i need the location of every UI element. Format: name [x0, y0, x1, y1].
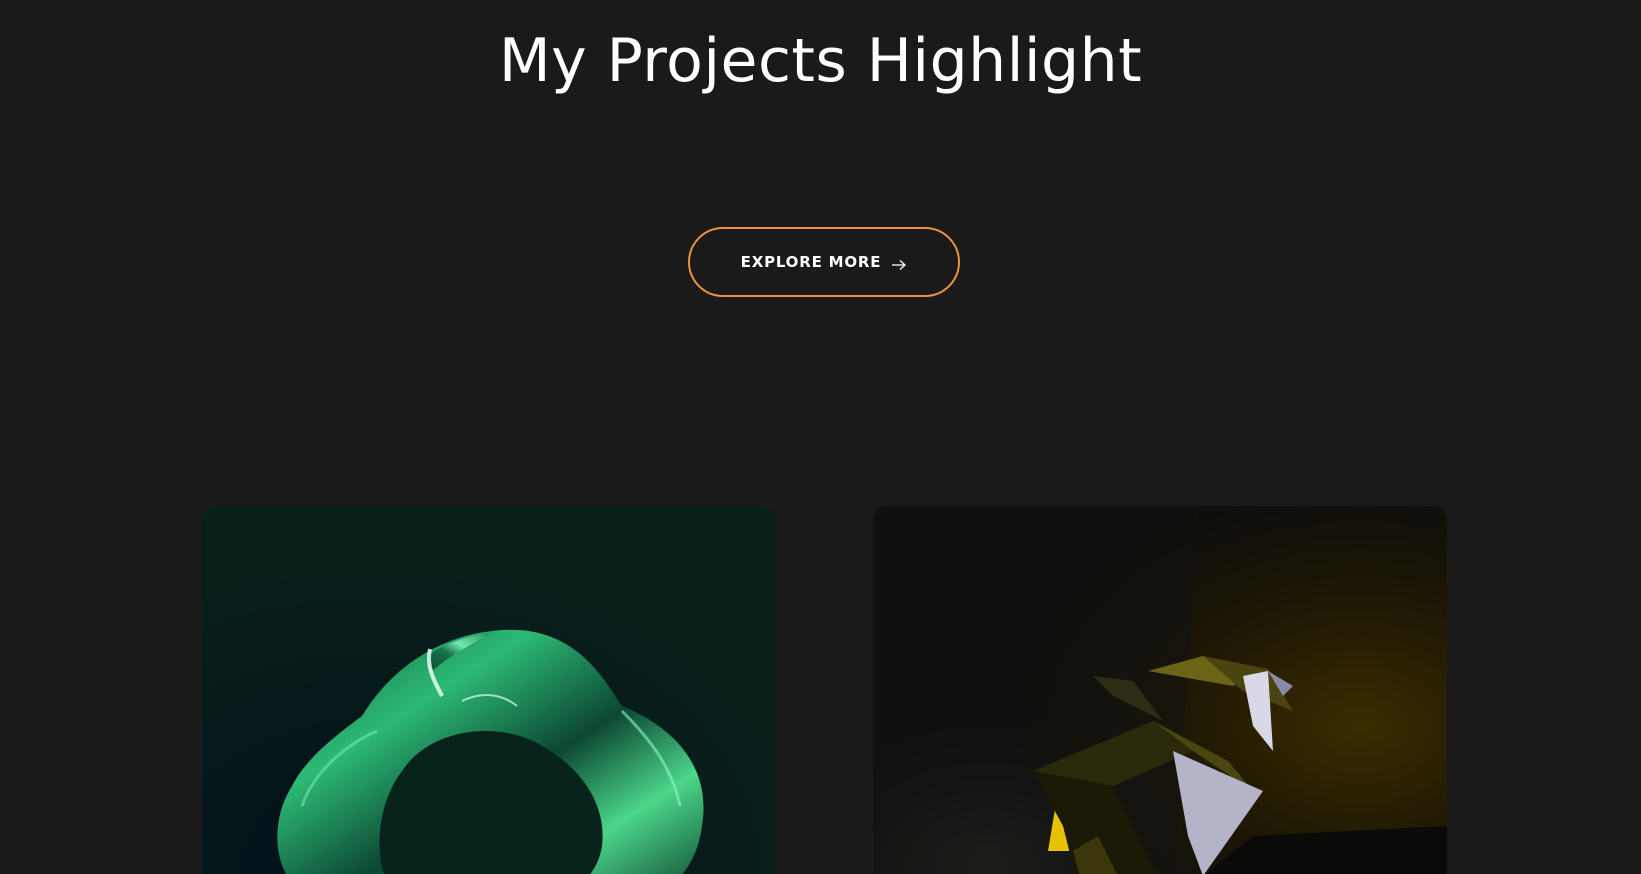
explore-more-button[interactable]: EXPLORE MORE [688, 227, 960, 297]
projects-highlight-section: My Projects Highlight EXPLORE MORE [0, 0, 1641, 874]
explore-more-label: EXPLORE MORE [740, 253, 882, 271]
project-image-green-ribbon [202, 506, 776, 874]
arrow-right-icon [891, 256, 907, 270]
project-card-origami-bird[interactable] [873, 506, 1447, 874]
section-title: My Projects Highlight [498, 26, 1143, 96]
project-card-green-ribbon[interactable] [202, 506, 776, 874]
project-image-origami-bird [873, 506, 1447, 874]
